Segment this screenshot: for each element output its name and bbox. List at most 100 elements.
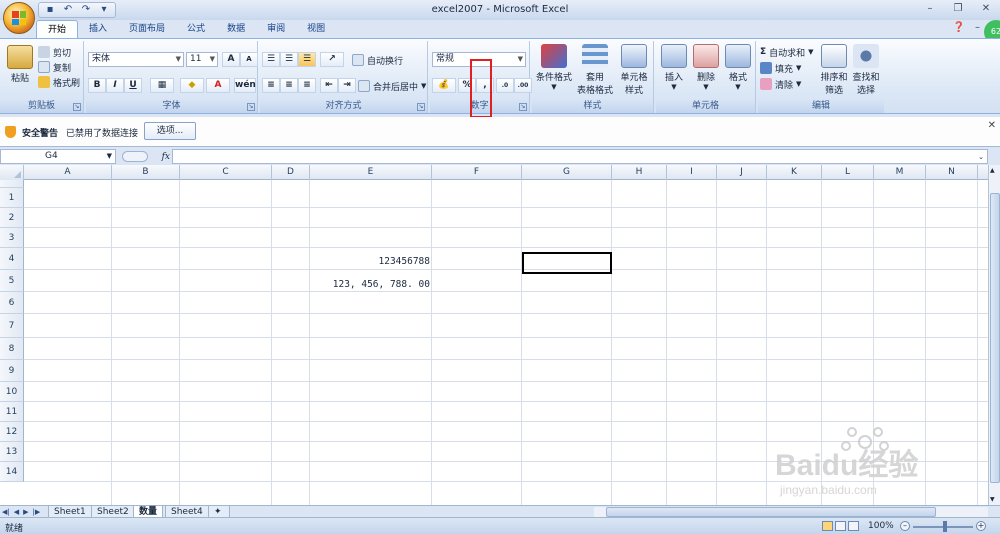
formula-input[interactable]: ⌄ [172, 149, 988, 164]
decrease-decimal-button[interactable]: .00 [514, 78, 532, 93]
merge-center-button[interactable]: 合并后居中 ▼ [358, 79, 426, 93]
dialog-launcher-icon[interactable]: ↘ [519, 103, 527, 111]
tab-view[interactable]: 视图 [296, 20, 336, 38]
column-header[interactable]: J [717, 165, 767, 180]
column-header[interactable]: L [822, 165, 874, 180]
column-header[interactable]: N [926, 165, 978, 180]
row-header[interactable]: 13 [0, 442, 24, 462]
zoom-slider-knob[interactable] [943, 521, 947, 532]
vertical-scroll-thumb[interactable] [990, 193, 1000, 483]
accounting-format-button[interactable]: 💰 [432, 78, 456, 93]
row-header[interactable]: 2 [0, 208, 24, 228]
row-header[interactable]: 14 [0, 462, 24, 482]
fill-button[interactable]: 填充 ▼ [760, 61, 801, 75]
zoom-in-icon[interactable]: + [976, 521, 986, 531]
increase-decimal-button[interactable]: .0 [496, 78, 514, 93]
shrink-font-button[interactable]: A [240, 52, 258, 67]
expand-formula-icon[interactable]: ⌄ [975, 150, 987, 165]
tab-page-layout[interactable]: 页面布局 [118, 20, 176, 38]
cell-E4[interactable]: 123456788 [312, 256, 430, 267]
column-header[interactable]: B [112, 165, 180, 180]
column-header[interactable]: K [767, 165, 822, 180]
fx-icon[interactable]: fx [162, 152, 170, 162]
paste-button[interactable]: 粘贴 [6, 45, 34, 84]
column-header[interactable]: M [874, 165, 926, 180]
row-header[interactable]: 11 [0, 402, 24, 422]
horizontal-scrollbar[interactable] [594, 507, 988, 517]
select-all-corner[interactable] [0, 165, 24, 180]
horizontal-scroll-thumb[interactable] [606, 507, 936, 517]
tab-formulas[interactable]: 公式 [176, 20, 216, 38]
column-header[interactable]: F [432, 165, 522, 180]
close-icon[interactable]: ✕ [972, 0, 1000, 18]
insert-cells-button[interactable]: 插入 ▼ [658, 44, 690, 91]
cell-E5[interactable]: 123, 456, 788. 00 [312, 279, 430, 290]
row-header[interactable]: 3 [0, 228, 24, 248]
fill-color-button[interactable]: ◆ [180, 78, 204, 93]
grow-font-button[interactable]: A [222, 52, 240, 67]
dialog-launcher-icon[interactable]: ↘ [73, 103, 81, 111]
align-top-button[interactable]: ☰ [262, 52, 280, 67]
dialog-launcher-icon[interactable]: ↘ [247, 103, 255, 111]
row-header[interactable]: 6 [0, 292, 24, 314]
orientation-button[interactable]: ↗ [320, 52, 344, 67]
spreadsheet-grid[interactable]: ABCDEFGHIJKLMN 123456788 123, 456, 788. … [0, 165, 988, 505]
vertical-scrollbar[interactable]: ▲ ▼ [988, 165, 1000, 505]
cell-styles-button[interactable]: 单元格 样式 [616, 44, 652, 96]
ribbon-minimize-icon[interactable]: – [975, 22, 980, 33]
dialog-launcher-icon[interactable]: ↘ [417, 103, 425, 111]
selected-cell-G4[interactable] [522, 252, 612, 274]
row-header[interactable]: 5 [0, 270, 24, 292]
format-cells-button[interactable]: 格式 ▼ [722, 44, 754, 91]
increase-indent-button[interactable]: ⇥ [338, 78, 356, 93]
bold-button[interactable]: B [88, 78, 106, 93]
row-header[interactable]: 12 [0, 422, 24, 442]
row-header[interactable]: 8 [0, 338, 24, 360]
align-bottom-button[interactable]: ☰ [298, 52, 316, 67]
scroll-down-icon[interactable]: ▼ [990, 496, 995, 503]
column-header[interactable]: C [180, 165, 272, 180]
align-left-button[interactable]: ≡ [262, 78, 280, 93]
page-break-view-icon[interactable] [848, 521, 859, 531]
row-header[interactable]: 9 [0, 360, 24, 382]
column-header[interactable]: H [612, 165, 667, 180]
restore-icon[interactable]: ❐ [944, 0, 972, 18]
tab-insert[interactable]: 插入 [78, 20, 118, 38]
font-name-combo[interactable]: 宋体 ▼ [88, 52, 184, 67]
name-box[interactable]: G4 ▼ [0, 149, 116, 164]
row-header[interactable]: 1 [0, 188, 24, 208]
row-header[interactable]: 10 [0, 382, 24, 402]
autosum-button[interactable]: Σ 自动求和 ▼ [760, 45, 814, 59]
italic-button[interactable]: I [106, 78, 124, 93]
find-select-button[interactable]: 查找和 选择 [850, 44, 882, 96]
row-header[interactable]: 4 [0, 248, 24, 270]
font-size-combo[interactable]: 11 ▼ [186, 52, 218, 67]
row-header[interactable]: 7 [0, 314, 24, 338]
decrease-indent-button[interactable]: ⇤ [320, 78, 338, 93]
align-center-button[interactable]: ≡ [280, 78, 298, 93]
format-painter-button[interactable]: 格式刷 [38, 75, 80, 89]
column-header[interactable]: E [310, 165, 432, 180]
format-as-table-button[interactable]: 套用 表格格式 [574, 44, 616, 96]
tab-review[interactable]: 审阅 [256, 20, 296, 38]
close-icon[interactable]: ✕ [988, 120, 996, 131]
zoom-out-icon[interactable]: – [900, 521, 910, 531]
cut-button[interactable]: 剪切 [38, 45, 71, 59]
align-middle-button[interactable]: ☰ [280, 52, 298, 67]
security-options-button[interactable]: 选项... [144, 122, 196, 140]
column-header[interactable]: D [272, 165, 310, 180]
scroll-up-icon[interactable]: ▲ [990, 167, 995, 174]
column-header[interactable]: I [667, 165, 717, 180]
zoom-level[interactable]: 100% [868, 521, 894, 531]
office-button[interactable] [3, 2, 35, 34]
tab-home[interactable]: 开始 [36, 20, 79, 38]
clear-button[interactable]: 清除 ▼ [760, 77, 801, 91]
borders-button[interactable]: ▦ [150, 78, 174, 93]
align-right-button[interactable]: ≡ [298, 78, 316, 93]
minimize-icon[interactable]: – [916, 0, 944, 18]
column-header[interactable]: A [24, 165, 112, 180]
normal-view-icon[interactable] [822, 521, 833, 531]
column-header[interactable]: G [522, 165, 612, 180]
conditional-formatting-button[interactable]: 条件格式 ▼ [534, 44, 574, 91]
tab-data[interactable]: 数据 [216, 20, 256, 38]
